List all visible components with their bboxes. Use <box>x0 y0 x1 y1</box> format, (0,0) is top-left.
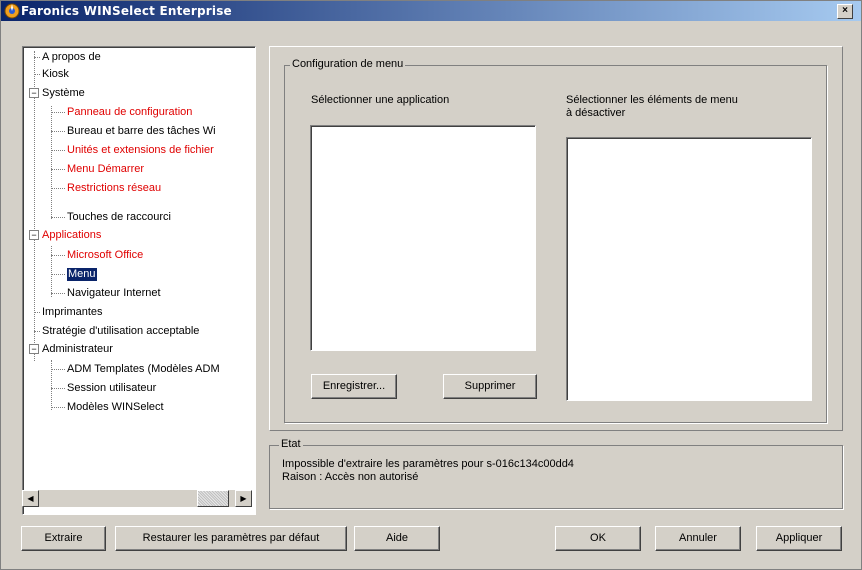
tree-item-a-propos[interactable]: A propos de <box>42 51 101 64</box>
tree-item-session-utilisateur[interactable]: Session utilisateur <box>67 382 156 395</box>
tree-connector <box>51 388 65 389</box>
tree-connector <box>34 74 40 75</box>
minus-glyph: − <box>31 88 37 98</box>
tree-connector <box>51 106 52 219</box>
status-title: Etat <box>279 438 303 450</box>
collapse-icon[interactable]: − <box>29 344 39 354</box>
ok-button[interactable]: OK <box>555 526 641 551</box>
tree-item-imprimantes[interactable]: Imprimantes <box>42 306 103 319</box>
tree-connector <box>34 312 40 313</box>
minus-glyph: − <box>31 230 37 240</box>
collapse-icon[interactable]: − <box>29 88 39 98</box>
tree-connector <box>51 217 65 218</box>
cancel-button[interactable]: Annuler <box>655 526 741 551</box>
tree-connector <box>51 407 65 408</box>
save-button[interactable]: Enregistrer... <box>311 374 397 399</box>
tree-item-navigateur-internet[interactable]: Navigateur Internet <box>67 287 161 300</box>
status-reason: Raison : Accès non autorisé <box>282 471 419 483</box>
delete-button[interactable]: Supprimer <box>443 374 537 399</box>
tree-connector <box>51 150 65 151</box>
tree-item-unites-extensions[interactable]: Unités et extensions de fichier <box>67 144 214 157</box>
tree-item-menu-demarrer[interactable]: Menu Démarrer <box>67 163 144 176</box>
window-title: Faronics WINSelect Enterprise <box>21 4 232 18</box>
tree-item-kiosk[interactable]: Kiosk <box>42 68 69 81</box>
tree-item-administrateur[interactable]: Administrateur <box>42 343 113 356</box>
tree-connector <box>51 255 65 256</box>
help-button[interactable]: Aide <box>354 526 440 551</box>
tree-connector <box>51 169 65 170</box>
tree-item-panneau-configuration[interactable]: Panneau de configuration <box>67 106 192 119</box>
tree-horizontal-scrollbar[interactable]: ◀ ▶ <box>22 490 252 507</box>
tree-item-bureau-barre-taches[interactable]: Bureau et barre des tâches Wi <box>67 125 216 138</box>
collapse-icon[interactable]: − <box>29 230 39 240</box>
tree-connector <box>51 112 65 113</box>
config-panel: Configuration de menu Sélectionner une a… <box>269 46 843 431</box>
tree-item-restrictions-reseau[interactable]: Restrictions réseau <box>67 182 161 195</box>
apply-button[interactable]: Appliquer <box>756 526 842 551</box>
tree-connector <box>51 360 52 410</box>
tree-connector <box>34 331 40 332</box>
status-message: Impossible d'extraire les paramètres pou… <box>282 458 574 470</box>
menu-config-title: Configuration de menu <box>290 58 406 70</box>
tree-connector <box>34 57 40 58</box>
menu-items-list[interactable] <box>566 137 812 401</box>
tree-connector <box>51 246 52 297</box>
scroll-left-button[interactable]: ◀ <box>22 490 39 507</box>
select-items-label: Sélectionner les éléments de menu <box>566 94 738 106</box>
tree-item-modeles-winselect[interactable]: Modèles WINSelect <box>67 401 164 414</box>
tree-item-adm-templates[interactable]: ADM Templates (Modèles ADM <box>67 363 220 376</box>
title-bar[interactable]: Faronics WINSelect Enterprise × <box>1 1 861 21</box>
tree-connector <box>51 274 65 275</box>
close-icon: × <box>842 5 848 16</box>
extract-button[interactable]: Extraire <box>21 526 106 551</box>
tree-item-touches-raccourci[interactable]: Touches de raccourci <box>67 211 171 224</box>
tree-item-menu[interactable]: Menu <box>67 268 97 281</box>
arrow-right-icon: ▶ <box>240 494 247 503</box>
tree-item-applications[interactable]: Applications <box>42 229 101 242</box>
tree-connector <box>51 131 65 132</box>
tree-item-strategie-utilisation[interactable]: Stratégie d'utilisation acceptable <box>42 325 199 338</box>
scroll-right-button[interactable]: ▶ <box>235 490 252 507</box>
navigation-tree[interactable]: − − − A propos de Kiosk Système Panneau … <box>22 46 256 515</box>
close-button[interactable]: × <box>837 4 853 19</box>
application-list[interactable] <box>310 125 536 351</box>
app-window: Faronics WINSelect Enterprise × − − − A … <box>0 0 862 570</box>
arrow-left-icon: ◀ <box>27 494 34 503</box>
tree-connector <box>51 188 65 189</box>
faronics-logo-icon <box>4 3 20 19</box>
scroll-thumb[interactable] <box>197 490 229 507</box>
minus-glyph: − <box>31 344 37 354</box>
tree-item-systeme[interactable]: Système <box>42 87 85 100</box>
select-app-label: Sélectionner une application <box>311 94 450 106</box>
tree-connector <box>51 369 65 370</box>
tree-connector <box>51 293 65 294</box>
restore-defaults-button[interactable]: Restaurer les paramètres par défaut <box>115 526 347 551</box>
tree-item-microsoft-office[interactable]: Microsoft Office <box>67 249 143 262</box>
select-items-label-2: à désactiver <box>566 107 626 119</box>
